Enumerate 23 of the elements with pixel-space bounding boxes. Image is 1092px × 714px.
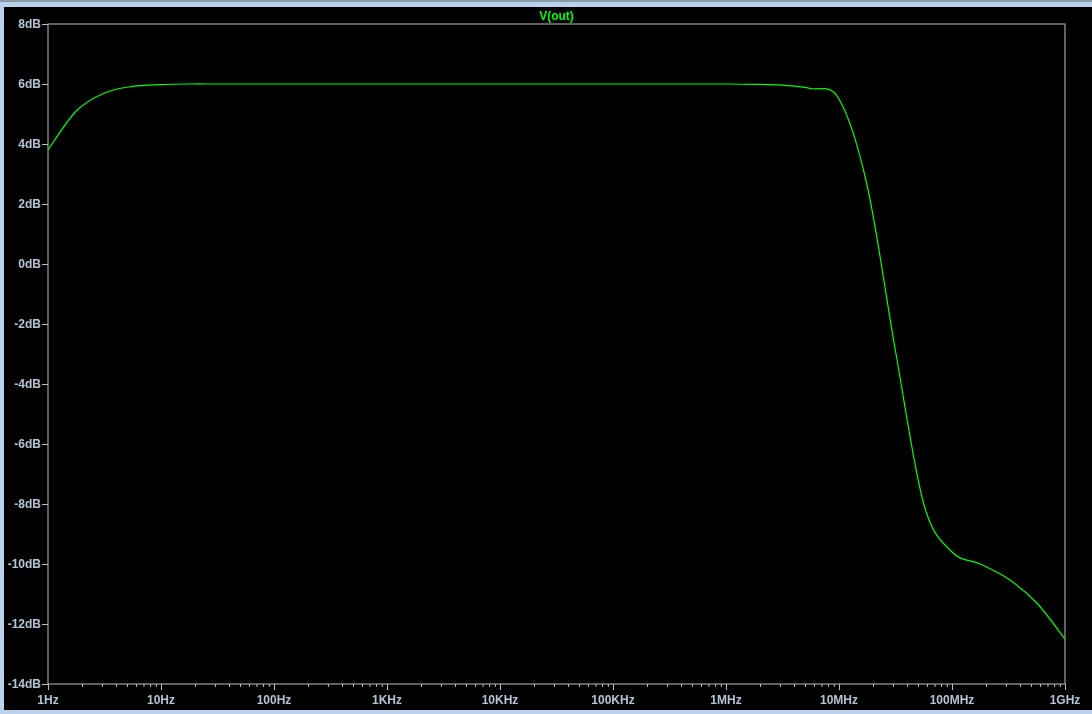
y-tick-label: -10dB [7,557,41,571]
x-tick-label: 1KHz [372,693,402,707]
y-tick-label: 8dB [18,17,41,31]
x-tick-label: 10MHz [820,693,858,707]
x-tick-label: 100Hz [256,693,292,707]
y-tick-label: 0dB [18,257,41,271]
trace-label[interactable]: V(out) [539,9,574,23]
y-tick-label: -6dB [14,437,41,451]
x-tick-label: 10Hz [147,693,175,707]
x-tick-label: 1GHz [1049,693,1081,707]
y-tick-label: -8dB [14,497,41,511]
y-tick-label: -4dB [14,377,41,391]
y-tick-label: 2dB [18,197,41,211]
y-tick-label: 4dB [18,137,41,151]
x-tick-label: 100MHz [929,693,975,707]
y-tick-label: -2dB [14,317,41,331]
x-tick-label: 1Hz [37,693,59,707]
x-tick-label: 100KHz [591,693,635,707]
x-tick-label: 10KHz [481,693,519,707]
y-tick-label: -14dB [7,677,41,691]
x-tick-label: 1MHz [710,693,742,707]
y-tick-label: 6dB [18,77,41,91]
y-tick-label: -12dB [7,617,41,631]
